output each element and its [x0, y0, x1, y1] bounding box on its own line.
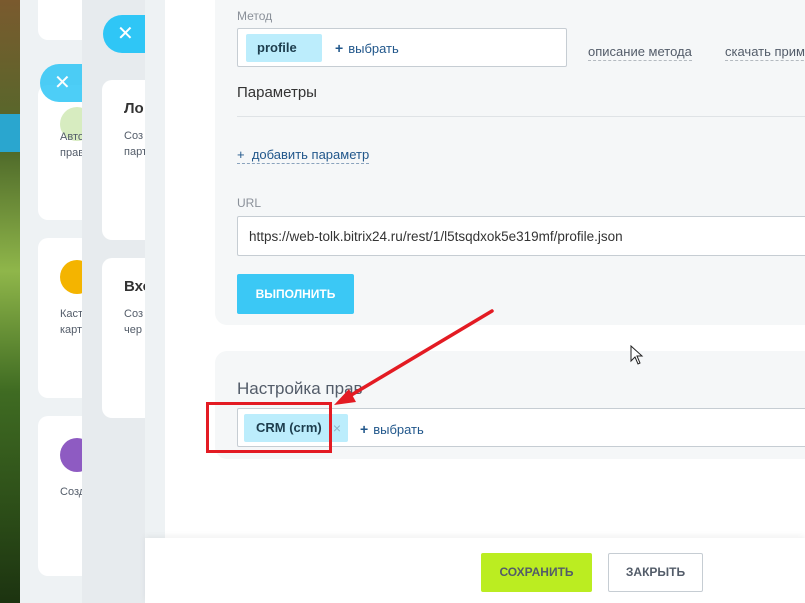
background-tab-marker — [0, 114, 20, 152]
url-label: URL — [237, 196, 262, 210]
middle-card-desc: парт — [124, 146, 147, 158]
method-field[interactable]: profile + выбрать — [237, 28, 567, 67]
background-photo — [0, 0, 20, 603]
method-description-link[interactable]: описание метода — [588, 44, 692, 61]
close-icon: ✕ — [117, 23, 134, 45]
params-divider — [237, 116, 805, 117]
add-parameter-label: добавить параметр — [251, 147, 370, 162]
back-card-text: Каст — [60, 308, 84, 320]
back-card-text: карт — [60, 324, 83, 336]
middle-card-desc: Соз — [124, 130, 143, 142]
annotation-highlight-box — [206, 402, 332, 453]
plus-icon: + — [335, 40, 344, 56]
download-example-link[interactable]: скачать пример — [725, 44, 805, 61]
save-button[interactable]: СОХРАНИТЬ — [481, 553, 592, 592]
middle-card-title: Ло — [124, 100, 144, 117]
method-label: Метод — [237, 9, 273, 23]
url-value: https://web-tolk.bitrix24.ru/rest/1/l5ts… — [249, 229, 623, 244]
panel-footer: СОХРАНИТЬ ЗАКРЫТЬ — [145, 538, 805, 603]
close-icon: ✕ — [54, 72, 71, 94]
middle-card-desc: чер — [124, 324, 142, 336]
rights-select-link[interactable]: + выбрать — [360, 421, 424, 437]
params-heading: Параметры — [237, 84, 317, 101]
rights-select-label: выбрать — [373, 422, 424, 437]
rest-method-panel: Метод profile + выбрать описание метода с… — [145, 0, 805, 603]
close-slider-button[interactable]: ✕ — [103, 15, 148, 53]
middle-slider-layer: Ло Соз парт Вхо Соз чер — [82, 0, 162, 603]
close-button[interactable]: ЗАКРЫТЬ — [608, 553, 703, 592]
plus-icon: + — [237, 147, 245, 162]
mouse-cursor-icon — [630, 345, 644, 365]
method-chip[interactable]: profile — [246, 34, 322, 62]
back-card-text: прав — [60, 147, 85, 159]
back-card-text: Авто — [60, 131, 84, 143]
url-field[interactable]: https://web-tolk.bitrix24.ru/rest/1/l5ts… — [237, 216, 805, 256]
run-button[interactable]: ВЫПОЛНИТЬ — [237, 274, 354, 314]
method-section: Метод profile + выбрать описание метода с… — [215, 0, 805, 325]
plus-icon: + — [360, 421, 369, 437]
method-select-label: выбрать — [348, 41, 399, 56]
middle-card-desc: Соз — [124, 308, 143, 320]
rights-heading: Настройка прав — [237, 379, 363, 398]
add-parameter-link[interactable]: + добавить параметр — [237, 147, 370, 164]
method-select-link[interactable]: + выбрать — [335, 40, 399, 56]
panel-content: Метод profile + выбрать описание метода с… — [165, 0, 805, 538]
remove-chip-icon[interactable]: × — [333, 414, 341, 442]
